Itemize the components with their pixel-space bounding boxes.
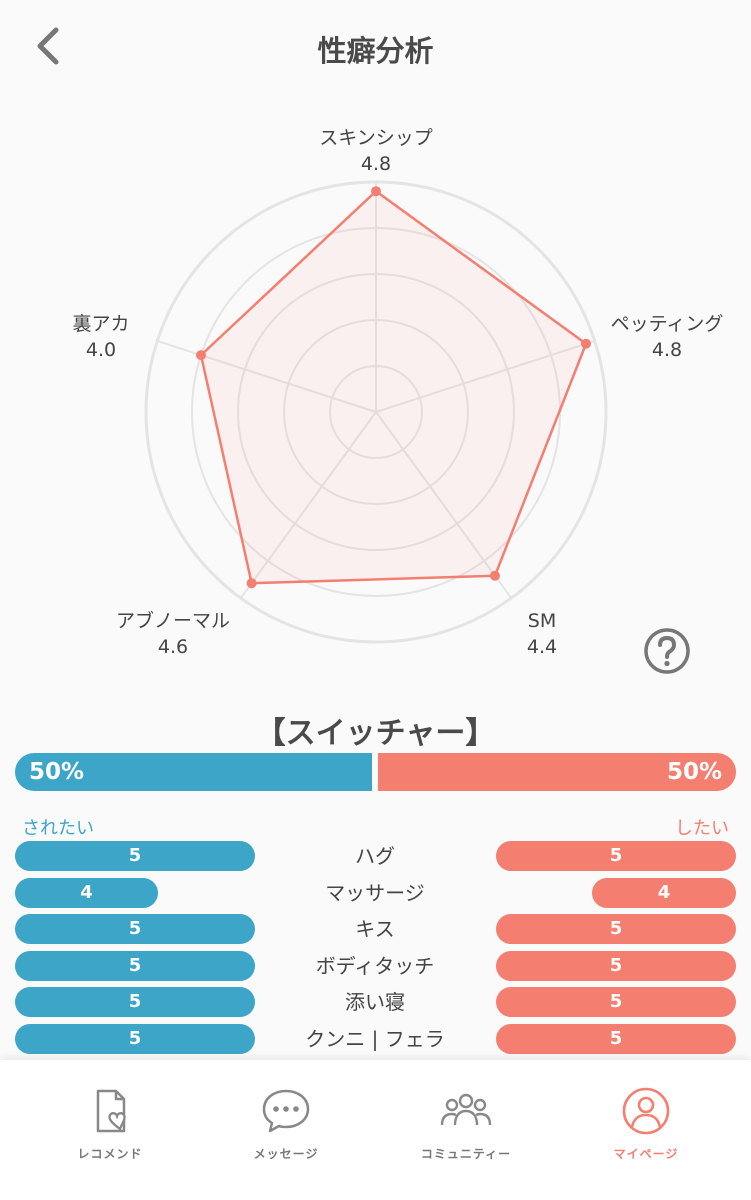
axis-value: 4.8 xyxy=(360,153,392,175)
axis-value: 4.0 xyxy=(85,339,117,361)
radar-chart xyxy=(144,180,608,644)
give-label: したい xyxy=(675,818,729,839)
tab-bar: レコメンド メッセージ コミュニティー マイページ xyxy=(0,1060,751,1200)
tab-label: コミュニティー xyxy=(420,1147,512,1161)
receive-score-bar: 5 xyxy=(15,914,255,945)
preference-label: ハグ xyxy=(355,844,395,868)
receive-score-bar: 5 xyxy=(15,987,255,1018)
give-score-bar: 4 xyxy=(592,877,736,908)
tab-label: メッセージ xyxy=(253,1147,319,1161)
receive-score-bar: 4 xyxy=(15,877,158,908)
receive-score-bar: 5 xyxy=(15,841,255,871)
receive-score-bar: 5 xyxy=(15,950,255,981)
preference-row: 5 添い寝 5 xyxy=(0,985,751,1022)
preference-label: 添い寝 xyxy=(345,990,405,1015)
axis-name: 裏アカ xyxy=(72,313,130,335)
radar-area xyxy=(199,189,588,585)
ratio-bar-left: 50% xyxy=(15,753,372,791)
preference-label: キス xyxy=(355,917,395,942)
radar-point xyxy=(196,350,207,361)
preference-label: クンニ | フェラ xyxy=(305,1026,445,1051)
axis-value: 4.4 xyxy=(526,636,558,658)
preference-row: 5 ハグ 5 xyxy=(0,839,751,876)
preference-label: ボディタッチ xyxy=(315,953,435,978)
tab-label: レコメンド xyxy=(77,1147,143,1161)
tab-community[interactable]: コミュニティー xyxy=(372,1085,560,1162)
preference-row: 4 マッサージ 4 xyxy=(0,876,751,913)
axis-value: 4.8 xyxy=(651,339,683,361)
recommend-icon xyxy=(96,1089,126,1133)
give-score-bar: 5 xyxy=(496,1023,736,1054)
tab-recommend[interactable]: レコメンド xyxy=(16,1085,204,1162)
tab-mypage[interactable]: マイページ xyxy=(552,1085,740,1162)
help-icon[interactable] xyxy=(643,627,691,675)
radar-axis-label: 裏アカ 4.0 xyxy=(72,311,129,363)
preference-list: 5ハグ54マッサージ45キス55ボディタッチ55添い寝55クンニ | フェラ55… xyxy=(0,839,751,1060)
tab-label: マイページ xyxy=(613,1147,679,1161)
axis-name: アブノーマル xyxy=(115,610,231,632)
axis-name: スキンシップ xyxy=(319,127,433,149)
axis-name: ペッティング xyxy=(610,313,724,335)
mypage-icon xyxy=(622,1087,670,1135)
give-score-bar: 5 xyxy=(496,950,736,981)
tab-message[interactable]: メッセージ xyxy=(192,1085,380,1162)
header: 性癖分析 xyxy=(0,0,751,100)
radar-point xyxy=(371,186,381,197)
community-icon xyxy=(440,1093,492,1126)
give-score-bar: 5 xyxy=(496,841,736,871)
axis-name: SM xyxy=(527,610,557,632)
preference-row: 5 クンニ | フェラ 5 xyxy=(0,1022,751,1059)
radar-axis-label: SM 4.4 xyxy=(527,608,557,660)
receive-label: されたい xyxy=(22,818,94,839)
message-icon xyxy=(262,1089,310,1133)
preference-row: 5 ボディタッチ 5 xyxy=(0,949,751,986)
radar-axis-label: ペッティング 4.8 xyxy=(611,311,724,363)
give-score-bar: 5 xyxy=(496,914,736,945)
preference-label: マッサージ xyxy=(325,880,425,905)
radar-point xyxy=(489,570,500,581)
radar-axis-label: スキンシップ 4.8 xyxy=(319,125,432,177)
radar-axis-label: アブノーマル 4.6 xyxy=(116,608,230,660)
receive-score-bar: 5 xyxy=(15,1023,255,1054)
axis-value: 4.6 xyxy=(157,636,189,658)
give-score-bar: 5 xyxy=(496,987,736,1018)
radar-point xyxy=(246,578,257,589)
preference-row: 5 キス 5 xyxy=(0,912,751,949)
type-title: 【スイッチャー】 xyxy=(255,716,496,751)
ratio-bar-right: 50% xyxy=(378,753,736,791)
radar-point xyxy=(580,338,591,349)
page-title: 性癖分析 xyxy=(317,34,434,68)
